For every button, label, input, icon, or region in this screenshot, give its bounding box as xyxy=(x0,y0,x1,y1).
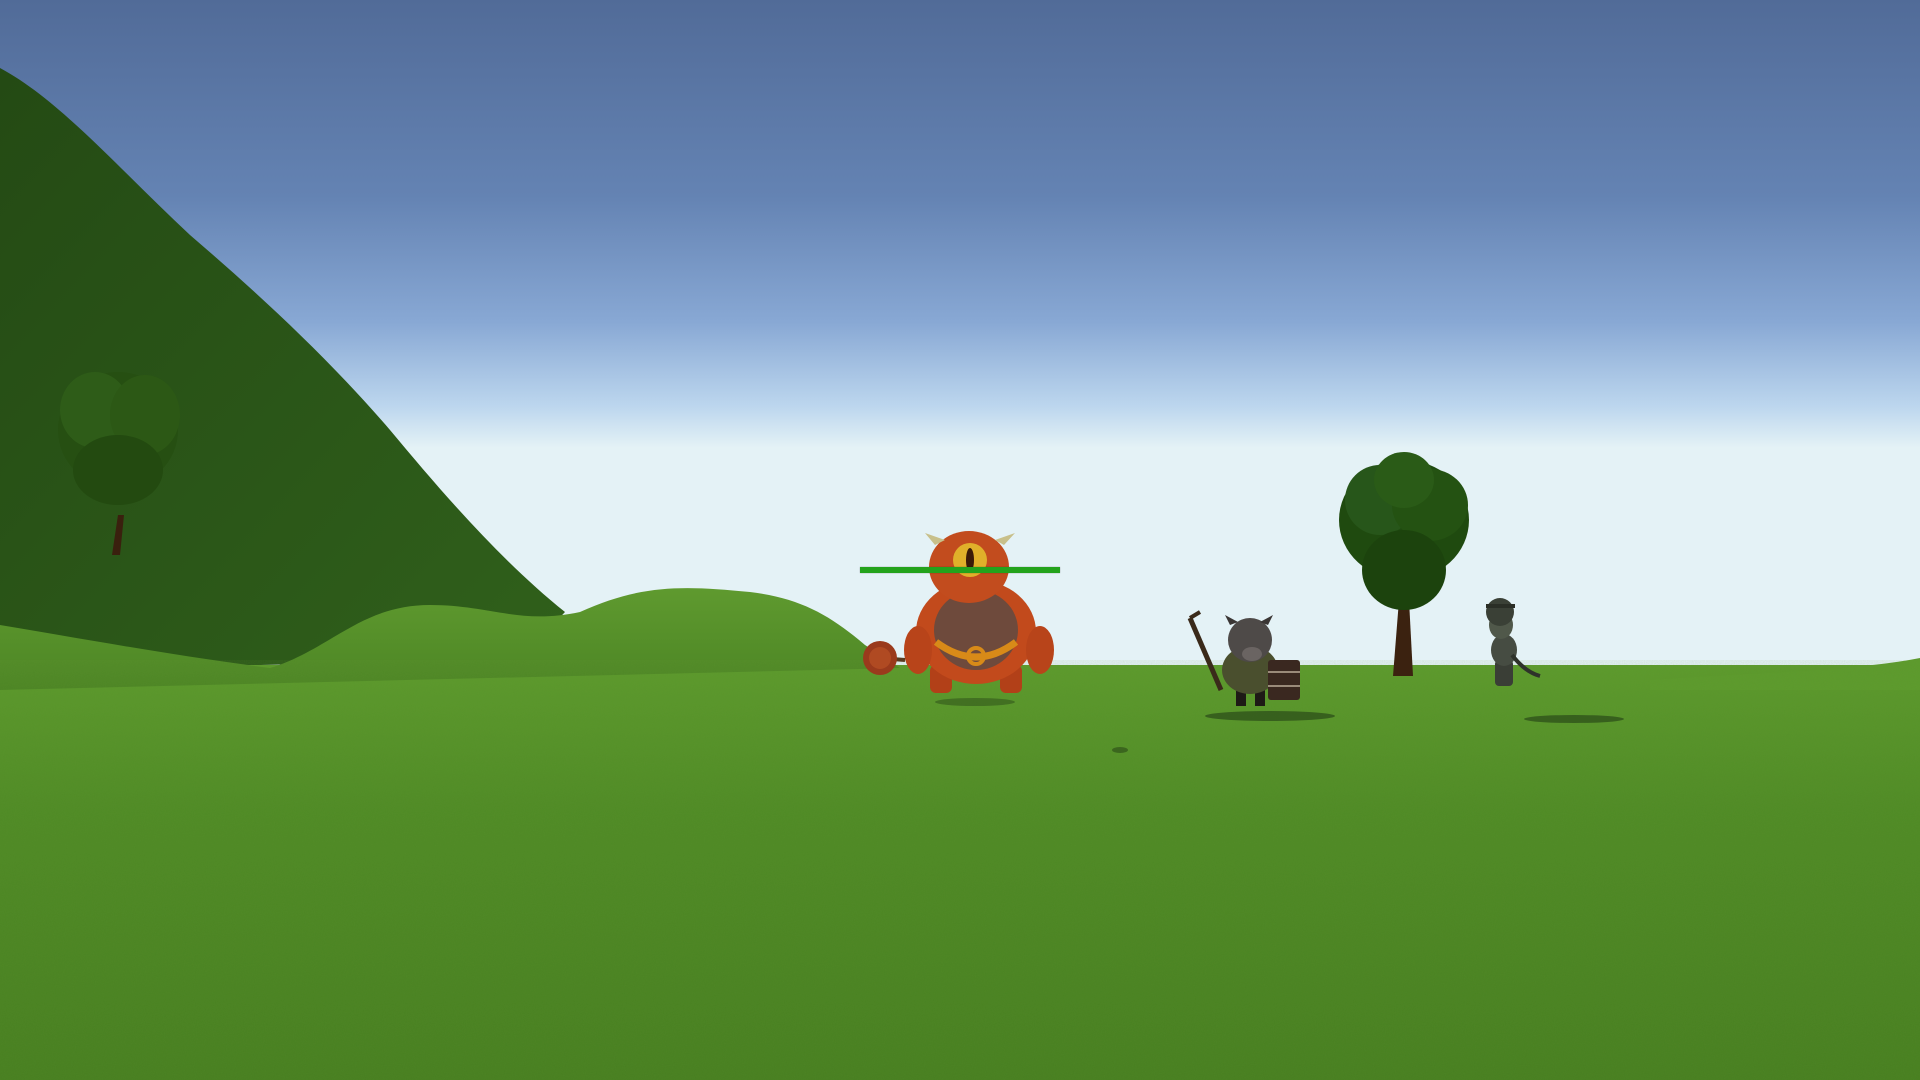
target-health-bar xyxy=(860,567,1060,573)
game-scene[interactable] xyxy=(0,0,1920,1080)
game-viewport[interactable] xyxy=(0,0,1920,1080)
target-health-fill xyxy=(860,567,1060,573)
